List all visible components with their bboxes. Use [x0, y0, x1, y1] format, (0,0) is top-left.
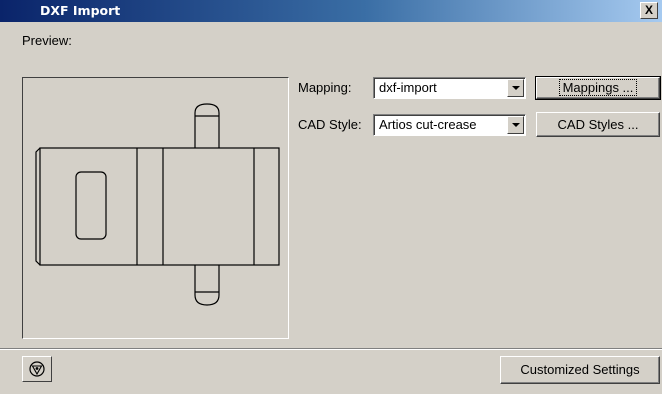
- mapping-select-value: dxf-import: [379, 80, 437, 95]
- mapping-label: Mapping:: [298, 80, 352, 95]
- preview-top-tab: [194, 103, 220, 148]
- window-title: DXF Import: [40, 3, 121, 18]
- footer-divider: [0, 348, 662, 350]
- preview-label: Preview:: [22, 33, 72, 48]
- mappings-button-label: Mappings ...: [558, 79, 638, 96]
- cad-style-label: CAD Style:: [298, 117, 362, 132]
- mapping-select[interactable]: dxf-import: [373, 77, 526, 99]
- cad-styles-button[interactable]: CAD Styles ...: [536, 112, 660, 137]
- preview-bottom-tab: [194, 265, 220, 306]
- cad-style-select-value: Artios cut-crease: [379, 117, 477, 132]
- customized-settings-button[interactable]: Customized Settings: [500, 356, 660, 384]
- cad-style-select[interactable]: Artios cut-crease: [373, 114, 526, 136]
- preview-panel: [22, 77, 289, 339]
- settings-gear-icon: [29, 361, 45, 377]
- preview-window-cutout: [75, 171, 107, 240]
- dxf-preview-drawing: [35, 103, 280, 306]
- chevron-down-icon[interactable]: [507, 116, 524, 134]
- title-bar[interactable]: DXF Import X: [0, 0, 662, 22]
- settings-button[interactable]: [22, 356, 52, 382]
- close-button[interactable]: X: [640, 2, 658, 19]
- mappings-button[interactable]: Mappings ...: [535, 76, 661, 100]
- chevron-down-icon[interactable]: [507, 79, 524, 97]
